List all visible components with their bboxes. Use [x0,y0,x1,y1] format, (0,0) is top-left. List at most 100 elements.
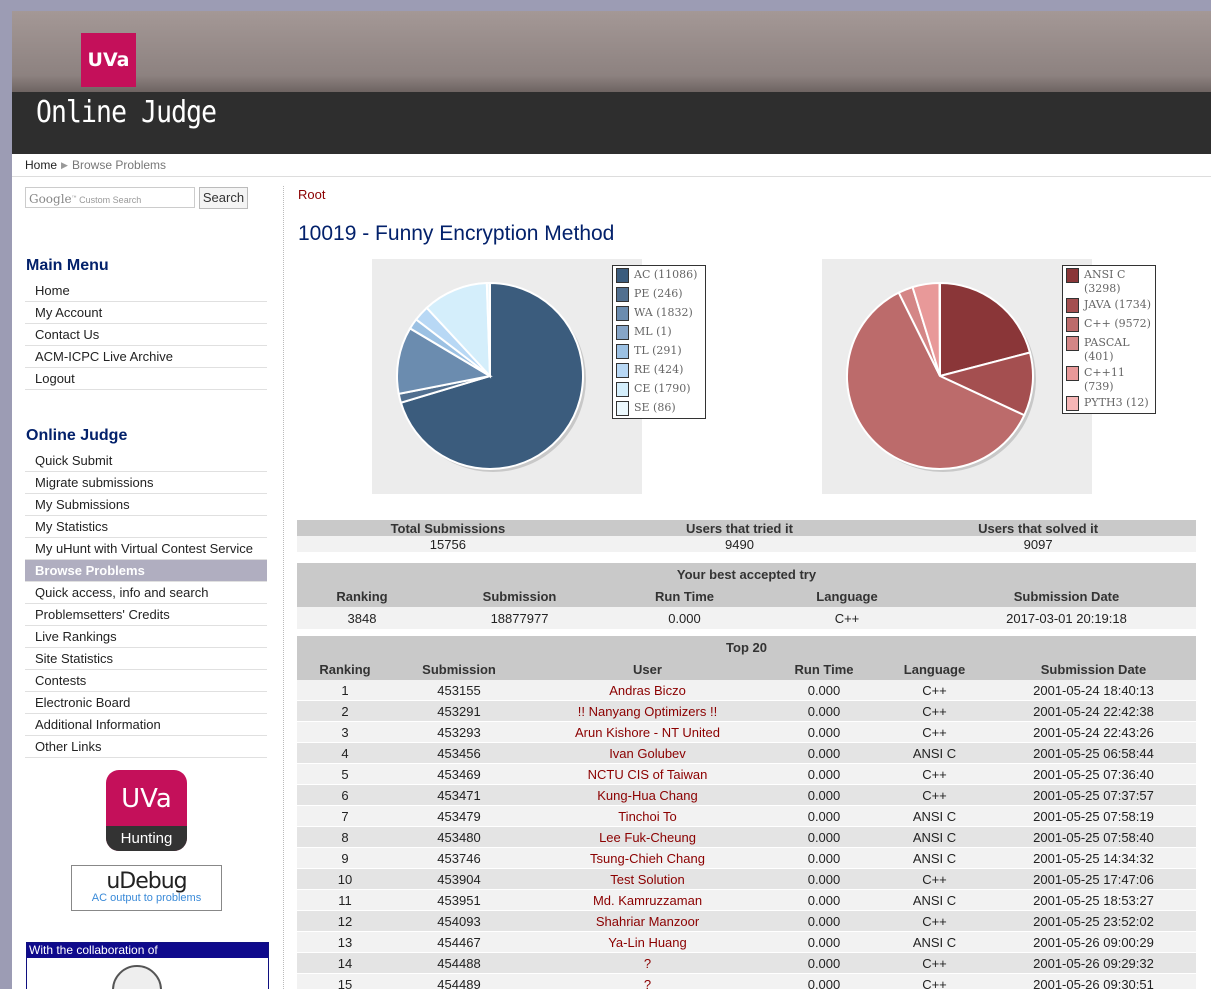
legend-swatch-wa [616,306,629,321]
table-row: 13 454467 Ya-Lin Huang 0.000 ANSI C 2001-05-2… [297,931,1196,953]
cell-submission-date: 2001-05-24 18:40:13 [991,680,1196,701]
udebug-logo[interactable]: uDebug AC output to problems [71,865,222,911]
user-link[interactable]: NCTU CIS of Taiwan [525,763,770,785]
table-row: 15 454489? 0.000 C++ 2001-05-26 09:30:51 [297,973,1196,989]
table-row: 1 453155 Andras Biczo 0.000 C++ 2001-05-24 18… [297,680,1196,701]
breadcrumb-separator-icon: ▶ [61,160,68,170]
menu-item-quick-submit[interactable]: Quick Submit [25,450,267,472]
menu-item-browse-problems[interactable]: Browse Problems [25,560,267,582]
user-link[interactable]: Kung-Hua Chang [525,784,770,806]
best-header-language: Language [757,586,937,607]
cell-run-time: 0.000 [770,700,878,722]
sidebar-divider [283,186,284,989]
cell-ranking: 10 [297,868,393,890]
user-link[interactable]: Lee Fuk-Cheung [525,826,770,848]
menu-item-electronic-board[interactable]: Electronic Board [25,692,267,714]
user-link[interactable]: Arun Kishore - NT United [525,721,770,743]
legend-entry-re: RE (424) [613,361,705,380]
cell-submission: 453155 [393,680,525,701]
legend-swatch-ansi-c [1066,268,1079,283]
table-row: 14 454488? 0.000 C++ 2001-05-26 09:29:32 [297,952,1196,974]
breadcrumb-home-link[interactable]: Home [25,154,57,176]
cell-submission: 454467 [393,931,525,953]
best-header-run-time: Run Time [612,586,757,607]
user-link[interactable]: Tinchoi To [525,805,770,827]
cell-language: C++ [878,910,991,932]
legend-entry-ansi-c: ANSI C (3298) [1063,266,1155,296]
search-button[interactable]: Search [199,187,248,209]
menu-item-quick-access-info-and-search[interactable]: Quick access, info and search [25,582,267,604]
user-link[interactable]: Test Solution [525,868,770,890]
cell-submission-date: 2001-05-25 18:53:27 [991,889,1196,911]
user-link[interactable]: Ivan Golubev [525,742,770,764]
cell-run-time: 0.000 [770,826,878,848]
menu-item-my-uhunt-with-virtual-contest-service[interactable]: My uHunt with Virtual Contest Service [25,538,267,560]
summary-table: Total Submissions Users that tried it User… [297,520,1196,552]
menu-item-my-account[interactable]: My Account [25,302,267,324]
menu-item-my-submissions[interactable]: My Submissions [25,494,267,516]
menu-item-my-statistics[interactable]: My Statistics [25,516,267,538]
cell-run-time: 0.000 [770,680,878,701]
menu-item-acm-icpc-live-archive[interactable]: ACM-ICPC Live Archive [25,346,267,368]
cell-submission-date: 2001-05-25 06:58:44 [991,742,1196,764]
root-link[interactable]: Root [298,187,325,202]
menu-item-logout[interactable]: Logout [25,368,267,390]
legend-label-ansi-c: ANSI C (3298) [1084,268,1126,295]
cell-submission: 453456 [393,742,525,764]
menu-item-migrate-submissions[interactable]: Migrate submissions [25,472,267,494]
legend-label-ml: ML (1) [634,325,672,338]
menu-item-home[interactable]: Home [25,280,267,302]
menu-item-contact-us[interactable]: Contact Us [25,324,267,346]
best-value-submission-date: 2017-03-01 20:19:18 [937,607,1196,629]
summary-header-users-that-tried-it: Users that tried it [598,520,881,536]
table-row: 3 453293 Arun Kishore - NT United 0.000 C++ 2… [297,721,1196,743]
menu-item-site-statistics[interactable]: Site Statistics [25,648,267,670]
user-link[interactable]: Shahriar Manzoor [525,910,770,932]
legend-swatch-pe [616,287,629,302]
legend-entry-c: C++ (9572) [1063,315,1155,334]
cell-language: C++ [878,868,991,890]
cell-submission: 453746 [393,847,525,869]
cell-submission: 454488 [393,952,525,974]
hunting-logo-bottom: Hunting [106,826,187,851]
legend-entry-c-11: C++11 (739) [1063,364,1155,394]
summary-value-total-submissions: 15756 [297,536,599,552]
menu-item-problemsetters-credits[interactable]: Problemsetters' Credits [25,604,267,626]
legend-entry-pe: PE (246) [613,285,705,304]
cell-run-time: 0.000 [770,805,878,827]
best-value-ranking: 3848 [297,607,427,629]
user-link[interactable]: Andras Biczo [525,680,770,701]
user-link[interactable]: ? [525,952,770,974]
cell-submission: 453951 [393,889,525,911]
cell-run-time: 0.000 [770,742,878,764]
menu-item-other-links[interactable]: Other Links [25,736,267,758]
main-menu-title: Main Menu [26,257,109,274]
user-link[interactable]: Md. Kamruzzaman [525,889,770,911]
user-link[interactable]: Ya-Lin Huang [525,931,770,953]
legend-swatch-c-11 [1066,366,1079,381]
cell-ranking: 15 [297,973,393,989]
summary-value-users-that-tried-it: 9490 [598,536,881,552]
user-link[interactable]: ? [525,973,770,989]
breadcrumb-current: Browse Problems [72,158,167,172]
user-link[interactable]: Tsung-Chieh Chang [525,847,770,869]
cell-ranking: 5 [297,763,393,785]
cell-submission: 453469 [393,763,525,785]
uva-logo[interactable]: UVa [81,33,136,87]
best-try-header-row: Ranking Submission Run Time Language Submiss… [297,586,1196,607]
menu-item-additional-information[interactable]: Additional Information [25,714,267,736]
legend-label-se: SE (86) [634,401,676,414]
search-input[interactable]: Google™ Custom Search [25,187,195,208]
menu-item-contests[interactable]: Contests [25,670,267,692]
summary-value-users-that-solved-it: 9097 [880,536,1196,552]
uva-hunting-logo[interactable]: UVa Hunting [106,770,187,851]
problem-title: 10019 - Funny Encryption Method [298,222,615,245]
user-link[interactable]: !! Nanyang Optimizers !! [525,700,770,722]
cell-language: C++ [878,721,991,743]
menu-item-live-rankings[interactable]: Live Rankings [25,626,267,648]
cell-language: C++ [878,784,991,806]
site-header: UVa Online Judge [12,11,1211,154]
cell-submission: 453293 [393,721,525,743]
cell-language: C++ [878,952,991,974]
best-header-ranking: Ranking [297,586,427,607]
